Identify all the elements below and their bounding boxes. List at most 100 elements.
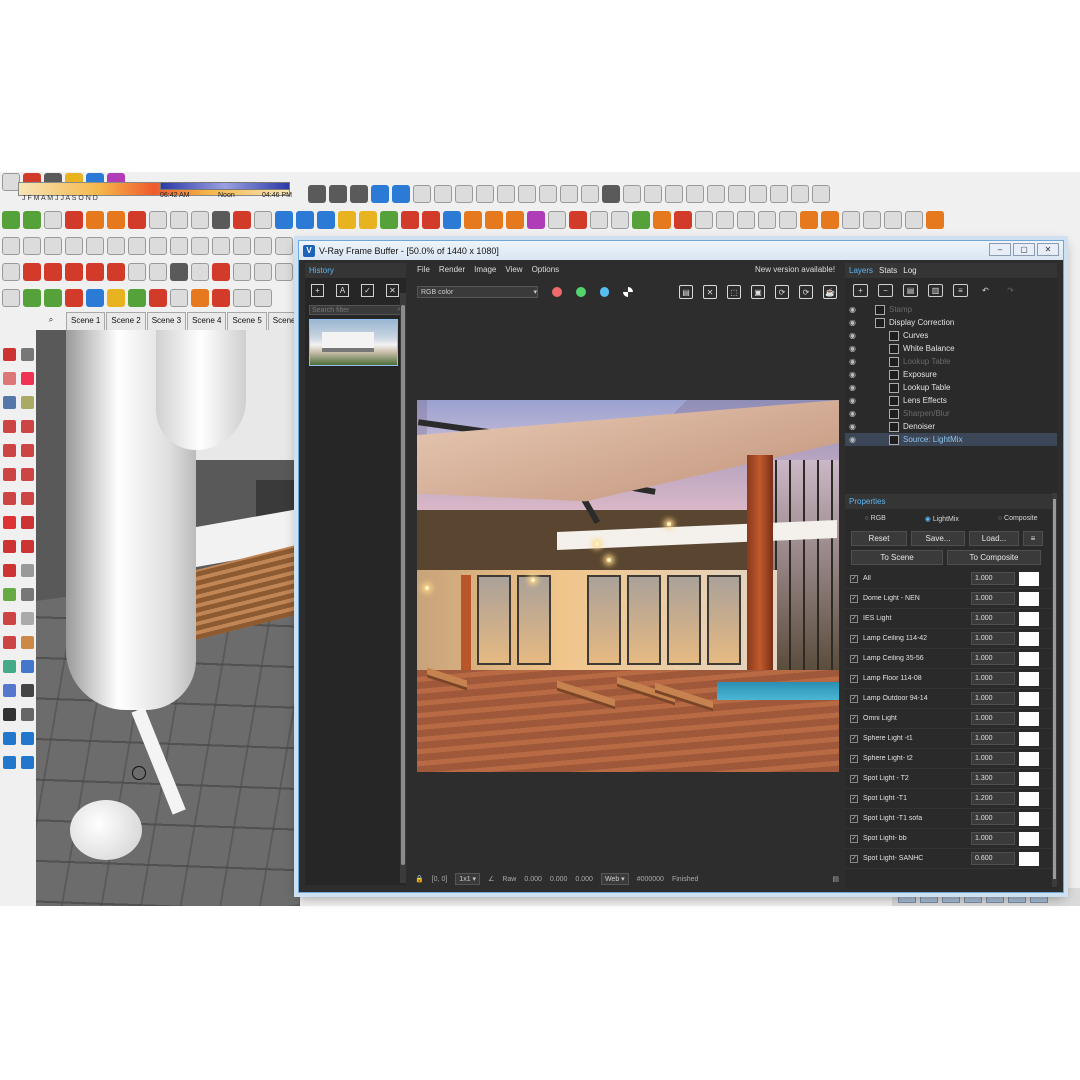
toolbar-icon[interactable]: [149, 263, 167, 281]
tool-icon[interactable]: [20, 563, 34, 577]
toolbar-icon[interactable]: [674, 211, 692, 229]
undo-icon[interactable]: ↶: [978, 284, 993, 297]
toolbar-icon[interactable]: [401, 211, 419, 229]
toolbar-icon[interactable]: [107, 211, 125, 229]
ab-compare-icon[interactable]: A: [336, 284, 349, 297]
tool-icon[interactable]: [2, 755, 16, 769]
toolbar-icon[interactable]: [233, 237, 251, 255]
checkbox[interactable]: ✓: [850, 714, 858, 723]
intensity-input[interactable]: 1.000: [971, 672, 1015, 685]
tool-icon[interactable]: [2, 395, 16, 409]
toolbar-icon[interactable]: [44, 289, 62, 307]
toolbar-icon[interactable]: [44, 211, 62, 229]
toolbar-icon[interactable]: [800, 211, 818, 229]
tool-icon[interactable]: [20, 683, 34, 697]
light-color-swatch[interactable]: [1019, 651, 1039, 666]
interactive-render-icon[interactable]: ⟳: [775, 285, 789, 299]
menu-render[interactable]: Render: [439, 265, 465, 279]
toolbar-icon[interactable]: [65, 211, 83, 229]
intensity-input[interactable]: 1.000: [971, 592, 1015, 605]
toolbar-icon[interactable]: [254, 263, 272, 281]
toolbar-icon[interactable]: [86, 211, 104, 229]
tool-icon[interactable]: [2, 707, 16, 721]
toolbar-icon[interactable]: [212, 289, 230, 307]
scene-tab[interactable]: Scene 4: [187, 312, 227, 330]
tool-icon[interactable]: [20, 371, 34, 385]
toolbar-icon[interactable]: [527, 211, 545, 229]
layer-list-icon[interactable]: ≡: [953, 284, 968, 297]
toolbar-icon[interactable]: [275, 237, 293, 255]
tool-icon[interactable]: [2, 611, 16, 625]
toolbar-icon[interactable]: [779, 211, 797, 229]
toolbar-icon[interactable]: [497, 185, 515, 203]
eye-icon[interactable]: ◉: [849, 422, 861, 431]
toolbar-icon[interactable]: [926, 211, 944, 229]
tool-icon[interactable]: [2, 731, 16, 745]
toolbar-icon[interactable]: [191, 263, 209, 281]
toolbar-icon[interactable]: [23, 263, 41, 281]
toolbar-icon[interactable]: [128, 237, 146, 255]
light-color-swatch[interactable]: [1019, 631, 1039, 646]
new-version-notice[interactable]: New version available!: [755, 265, 835, 274]
toolbar-icon[interactable]: [308, 185, 326, 203]
tool-icon[interactable]: [20, 515, 34, 529]
tool-icon[interactable]: [20, 659, 34, 673]
blue-channel-icon[interactable]: [599, 287, 610, 297]
reset-button[interactable]: Reset: [851, 531, 907, 546]
color-picker-icon[interactable]: ∠: [488, 875, 494, 883]
redo-icon[interactable]: ↷: [1003, 284, 1018, 297]
lock-icon[interactable]: 🔒: [415, 875, 424, 883]
scene-tab[interactable]: Scene 3: [146, 312, 187, 330]
layer-row[interactable]: ◉ Sharpen/Blur: [845, 407, 1057, 420]
delete-history-icon[interactable]: ✕: [386, 284, 399, 297]
save-button[interactable]: Save...: [911, 531, 965, 546]
toolbar-icon[interactable]: [170, 237, 188, 255]
toolbar-icon[interactable]: [476, 185, 494, 203]
eye-icon[interactable]: ◉: [849, 409, 861, 418]
toolbar-icon[interactable]: [350, 185, 368, 203]
red-channel-icon[interactable]: [552, 287, 562, 297]
tool-icon[interactable]: [2, 443, 16, 457]
toolbar-icon[interactable]: [716, 211, 734, 229]
tool-icon[interactable]: [20, 419, 34, 433]
toolbar-icon[interactable]: [653, 211, 671, 229]
close-button[interactable]: ✕: [1037, 243, 1059, 256]
intensity-input[interactable]: 1.000: [971, 752, 1015, 765]
toolbar-icon[interactable]: [107, 237, 125, 255]
stop-render-icon[interactable]: ⟳: [799, 285, 813, 299]
light-color-swatch[interactable]: [1019, 771, 1039, 786]
tool-icon[interactable]: [20, 611, 34, 625]
light-color-swatch[interactable]: [1019, 751, 1039, 766]
tab-layers[interactable]: Layers: [849, 266, 873, 275]
toolbar-icon[interactable]: [191, 237, 209, 255]
menu-view[interactable]: View: [505, 265, 522, 279]
tool-icon[interactable]: [20, 443, 34, 457]
eye-icon[interactable]: ◉: [849, 331, 861, 340]
toolbar-icon[interactable]: [737, 211, 755, 229]
intensity-input[interactable]: 1.000: [971, 692, 1015, 705]
region-render-icon[interactable]: ⬚: [727, 285, 741, 299]
delete-layer-icon[interactable]: −: [878, 284, 893, 297]
toolbar-icon[interactable]: [695, 211, 713, 229]
toolbar-icon[interactable]: [758, 211, 776, 229]
checkbox[interactable]: ✓: [850, 734, 858, 743]
scrollbar-thumb[interactable]: [401, 305, 405, 865]
toolbar-icon[interactable]: [863, 211, 881, 229]
toolbar-icon[interactable]: [233, 289, 251, 307]
toolbar-icon[interactable]: [518, 185, 536, 203]
checkbox[interactable]: ✓: [850, 814, 858, 823]
track-mouse-icon[interactable]: ▣: [751, 285, 765, 299]
toolbar-icon[interactable]: [191, 211, 209, 229]
zoom-select[interactable]: 1x1 ▾: [455, 873, 481, 885]
clear-image-icon[interactable]: ✕: [703, 285, 717, 299]
tool-icon[interactable]: [20, 731, 34, 745]
scrollbar-thumb[interactable]: [1053, 499, 1056, 879]
toolbar-icon[interactable]: [254, 237, 272, 255]
menu-file[interactable]: File: [417, 265, 430, 279]
toolbar-icon[interactable]: [128, 211, 146, 229]
tab-log[interactable]: Log: [903, 266, 916, 275]
toolbar-icon[interactable]: [749, 185, 767, 203]
toolbar-icon[interactable]: [254, 211, 272, 229]
toolbar-icon[interactable]: [233, 211, 251, 229]
tool-icon[interactable]: [2, 539, 16, 553]
